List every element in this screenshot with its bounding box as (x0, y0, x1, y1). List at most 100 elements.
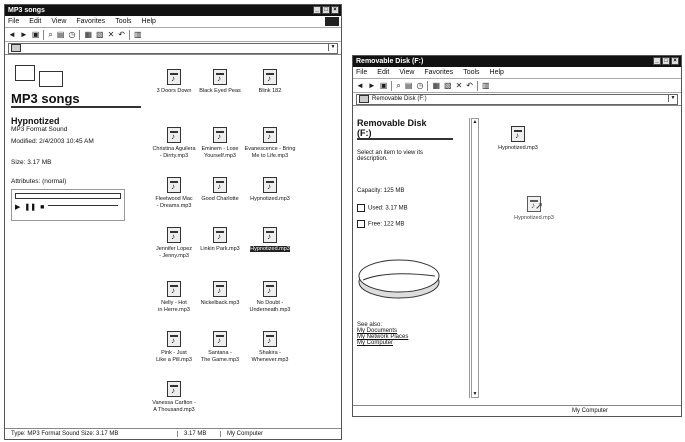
file-item[interactable]: Blink 182 (239, 69, 301, 95)
copy-to-icon[interactable]: ▧ (444, 81, 452, 90)
mp3-file-icon (213, 127, 227, 143)
folders-icon[interactable]: ▤ (57, 30, 65, 39)
folder-icon (11, 44, 21, 52)
mp3-file-icon (167, 281, 181, 297)
menu-view[interactable]: View (51, 18, 66, 25)
folders-icon[interactable]: ▤ (405, 81, 413, 90)
file-item-selected[interactable]: Hypnotized.mp3 (239, 227, 301, 253)
history-icon[interactable]: ◷ (68, 30, 75, 39)
pane-scrollbar[interactable]: ▲ ▼ (471, 118, 479, 398)
removable-address-input[interactable]: Removable Disk (F:) ▼ (356, 93, 678, 105)
stop-icon[interactable]: ■ (40, 204, 44, 211)
scroll-down-icon[interactable]: ▼ (472, 391, 478, 397)
undo-icon[interactable]: ↶ (466, 81, 473, 90)
media-player: ▶ ❚❚ ■ (11, 189, 125, 221)
menu-help[interactable]: Help (142, 18, 156, 25)
address-dropdown-icon[interactable]: ▼ (328, 43, 337, 51)
menu-favorites[interactable]: Favorites (76, 18, 105, 25)
move-to-icon[interactable]: ▦ (432, 81, 440, 90)
search-icon[interactable]: ⌕ (48, 30, 52, 39)
explorer-window: MP3 songs _ □ × File Edit View Favorites… (4, 4, 342, 440)
file-item[interactable]: Hypnotized.mp3 (487, 126, 549, 152)
up-folder-icon[interactable]: ▣ (380, 81, 388, 90)
folder-graphic (15, 65, 141, 87)
status-mid: 3.17 MB (178, 431, 221, 437)
dragging-file-item[interactable]: ➚ Hypnotized.mp3 (503, 196, 565, 222)
views-icon[interactable]: ▥ (482, 81, 490, 90)
up-folder-icon[interactable]: ▣ (32, 30, 40, 39)
menu-view[interactable]: View (399, 69, 414, 76)
delete-icon[interactable]: ✕ (108, 30, 115, 39)
menu-tools[interactable]: Tools (463, 69, 479, 76)
menu-favorites[interactable]: Favorites (424, 69, 453, 76)
delete-icon[interactable]: ✕ (456, 81, 463, 90)
explorer-info-pane: MP3 songs Hypnotized MP3 Format Sound Mo… (11, 65, 141, 221)
removable-info-pane: Removable Disk (F:) Select an item to vi… (357, 118, 470, 398)
windows-logo-icon (325, 17, 339, 26)
maximize-button[interactable]: □ (662, 57, 670, 65)
search-icon[interactable]: ⌕ (396, 81, 400, 90)
file-item[interactable]: Vanessa Carlton -A Thousand.mp3 (143, 381, 205, 413)
menu-file[interactable]: File (356, 69, 367, 76)
mp3-file-icon (263, 227, 277, 243)
move-to-icon[interactable]: ▦ (84, 30, 92, 39)
drive-heading: Removable Disk (F:) (357, 118, 453, 140)
maximize-button[interactable]: □ (322, 6, 330, 14)
close-button[interactable]: × (671, 57, 679, 65)
file-item[interactable]: Hypnotized.mp3 (239, 177, 301, 203)
menu-help[interactable]: Help (490, 69, 504, 76)
capacity-label: Capacity: 125 MB (357, 188, 405, 194)
mp3-file-icon (263, 177, 277, 193)
removable-disk-window: Removable Disk (F:) _ □ × File Edit View… (352, 55, 682, 417)
file-item[interactable]: No Doubt -Underneath.mp3 (239, 281, 301, 313)
removable-title: Removable Disk (F:) (356, 58, 424, 65)
mp3-file-icon (167, 127, 181, 143)
scroll-up-icon[interactable]: ▲ (472, 119, 478, 125)
mp3-file-icon (167, 331, 181, 347)
removable-titlebar[interactable]: Removable Disk (F:) _ □ × (353, 56, 681, 67)
play-icon[interactable]: ▶ (15, 203, 20, 211)
removable-address-bar: Removable Disk (F:) ▼ (353, 93, 681, 106)
back-icon[interactable]: ◄ (8, 30, 16, 39)
explorer-address-input[interactable]: ▼ (8, 42, 338, 54)
pane-hint: Select an item to view its description. (357, 150, 424, 162)
forward-icon[interactable]: ► (368, 81, 376, 90)
minimize-button[interactable]: _ (313, 6, 321, 14)
menu-edit[interactable]: Edit (29, 18, 41, 25)
history-icon[interactable]: ◷ (416, 81, 423, 90)
menu-file[interactable]: File (8, 18, 19, 25)
mouse-cursor-icon: ➚ (535, 201, 544, 212)
disk-usage-pie-icon (358, 259, 440, 299)
seek-bar[interactable] (15, 193, 121, 199)
removable-menubar: File Edit View Favorites Tools Help (353, 67, 681, 79)
selection-type: MP3 Format Sound (11, 126, 68, 133)
mp3-file-icon (167, 69, 181, 85)
views-icon[interactable]: ▥ (134, 30, 142, 39)
status-right: My Computer (572, 408, 609, 414)
close-button[interactable]: × (331, 6, 339, 14)
mp3-file-icon (167, 381, 181, 397)
address-dropdown-icon[interactable]: ▼ (668, 94, 677, 102)
file-list: 3 Doors Down Black Eyed Peas Blink 182 C… (143, 69, 338, 419)
file-item[interactable]: Evanescence - BringMe to Life.mp3 (239, 127, 301, 159)
pause-icon[interactable]: ❚❚ (24, 203, 36, 211)
explorer-address-bar: ▼ (5, 42, 341, 55)
free-swatch-icon (357, 220, 365, 228)
explorer-toolbar: ◄ ► ▣ ⌕ ▤ ◷ ▦ ▧ ✕ ↶ ▥ (5, 28, 341, 42)
volume-slider[interactable] (48, 204, 118, 210)
copy-to-icon[interactable]: ▧ (96, 30, 104, 39)
drive-icon (359, 95, 369, 103)
menu-tools[interactable]: Tools (115, 18, 131, 25)
mp3-file-icon (263, 69, 277, 85)
explorer-titlebar[interactable]: MP3 songs _ □ × (5, 5, 341, 16)
used-legend: Used: 3.17 MB (357, 204, 469, 212)
selection-title: Hypnotized (11, 116, 60, 126)
file-item[interactable]: Shakira -Whenever.mp3 (239, 331, 301, 363)
link-my-computer[interactable]: My Computer (357, 340, 469, 346)
undo-icon[interactable]: ↶ (118, 30, 125, 39)
minimize-button[interactable]: _ (653, 57, 661, 65)
back-icon[interactable]: ◄ (356, 81, 364, 90)
selection-modified: Modified: 2/4/2003 10:45 AM (11, 138, 94, 145)
forward-icon[interactable]: ► (20, 30, 28, 39)
menu-edit[interactable]: Edit (377, 69, 389, 76)
